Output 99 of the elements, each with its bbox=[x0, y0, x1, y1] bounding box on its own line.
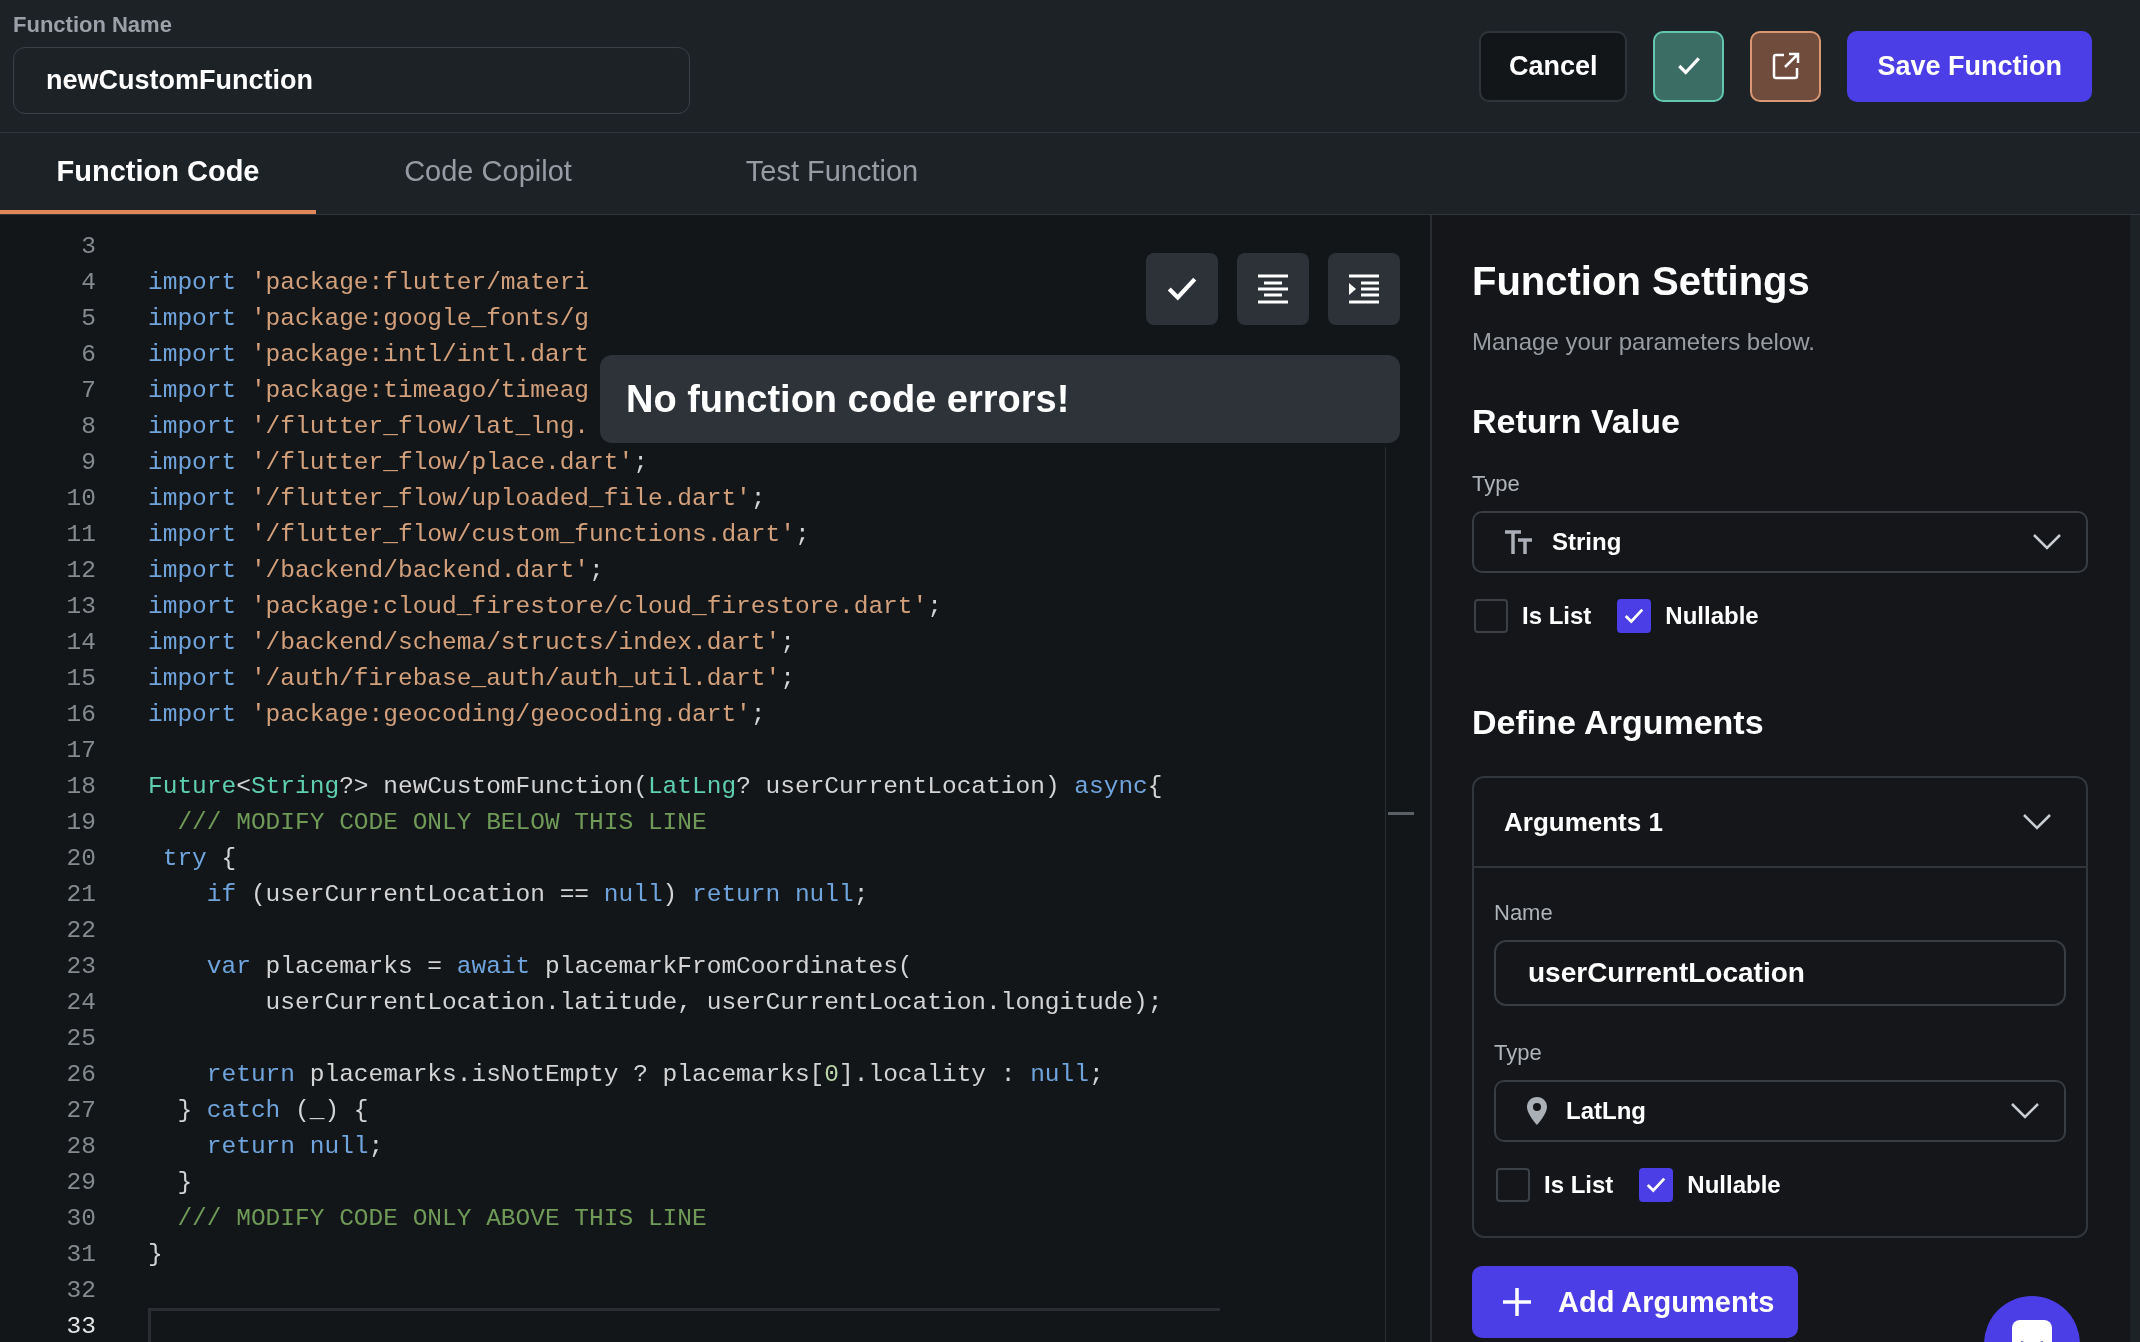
checkbox-label: Is List bbox=[1544, 1171, 1614, 1199]
line-number: 4 bbox=[80, 268, 96, 296]
checkbox[interactable] bbox=[1496, 1168, 1530, 1202]
save-function-button[interactable]: Save Function bbox=[1847, 30, 2092, 102]
code-line: import 'package:geocoding/geocoding.dart'; bbox=[148, 699, 766, 730]
field-label: Function Name bbox=[13, 12, 173, 38]
code-line: import '/flutter_flow/uploaded_file.dart'; bbox=[148, 483, 766, 514]
code-line: var placemarks = await placemarkFromCoordinates( bbox=[205, 951, 913, 982]
line-number: 20 bbox=[65, 844, 96, 872]
argument-name-field[interactable]: userCurrentLocation bbox=[1494, 940, 2066, 1006]
code-line: import '/flutter_flow/place.dart'; bbox=[148, 447, 648, 478]
line-number: 14 bbox=[65, 628, 96, 656]
location-pin-icon bbox=[1526, 1096, 1548, 1126]
line-number: 11 bbox=[65, 520, 96, 548]
line-number: 18 bbox=[65, 772, 96, 800]
align-center-icon bbox=[1256, 274, 1290, 304]
code-line: /// MODIFY CODE ONLY BELOW THIS LINE bbox=[176, 807, 707, 838]
code-line: } bbox=[148, 1239, 163, 1270]
add-arguments-button[interactable]: Add Arguments bbox=[1472, 1266, 1799, 1338]
validate-button[interactable] bbox=[1146, 253, 1218, 325]
line-number: 6 bbox=[80, 340, 96, 368]
line-number: 24 bbox=[65, 988, 96, 1016]
confirm-button[interactable] bbox=[1653, 30, 1725, 102]
line-number: 25 bbox=[65, 1024, 96, 1052]
checkbox[interactable] bbox=[1474, 599, 1508, 633]
text-type-icon bbox=[1504, 529, 1534, 555]
chevron-down-icon bbox=[2032, 533, 2062, 551]
code-line: import '/flutter_flow/custom_functions.dart'; bbox=[148, 519, 810, 550]
line-number: 16 bbox=[65, 700, 96, 728]
code-line: import 'package:cloud_firestore/cloud_firestore.dart'; bbox=[148, 591, 942, 622]
scroll-marker bbox=[1388, 812, 1414, 815]
code-line: try { bbox=[161, 843, 237, 874]
cancel-button[interactable]: Cancel bbox=[1478, 30, 1628, 102]
code-line: import '/flutter_flow/lat_lng. bbox=[148, 411, 590, 442]
checkbox-label: Is List bbox=[1522, 602, 1592, 630]
field-label: Type bbox=[1472, 471, 1521, 497]
type-dropdown[interactable]: LatLng bbox=[1494, 1080, 2066, 1142]
code-line: import '/backend/schema/structs/index.dart'; bbox=[148, 627, 795, 658]
code-line: import 'package:flutter/materi bbox=[148, 267, 590, 298]
line-number: 32 bbox=[65, 1276, 96, 1304]
line-number: 15 bbox=[65, 664, 96, 692]
function-name-field[interactable]: newCustomFunction bbox=[13, 47, 690, 114]
plus-icon bbox=[1502, 1287, 1532, 1317]
line-number: 21 bbox=[65, 880, 96, 908]
code-line: } catch (_) { bbox=[176, 1095, 369, 1126]
argument-header[interactable]: Arguments 1 bbox=[1474, 778, 2086, 868]
line-number: 30 bbox=[65, 1204, 96, 1232]
external-link-icon bbox=[1770, 51, 1801, 81]
status-toast: No function code errors! bbox=[600, 355, 1400, 443]
line-number: 17 bbox=[65, 736, 96, 764]
format-button[interactable] bbox=[1237, 253, 1309, 325]
code-line: /// MODIFY CODE ONLY ABOVE THIS LINE bbox=[176, 1203, 707, 1234]
code-line: userCurrentLocation.latitude, userCurrentLocation.longitude); bbox=[264, 987, 1163, 1018]
line-number: 5 bbox=[80, 304, 96, 332]
checkbox[interactable] bbox=[1617, 599, 1652, 633]
code-line: import 'package:intl/intl.dart bbox=[148, 339, 590, 370]
scrollbar[interactable] bbox=[2130, 215, 2140, 1342]
line-number: 9 bbox=[80, 448, 96, 476]
chevron-down-icon bbox=[2022, 813, 2052, 831]
code-line: Future<String?> newCustomFunction(LatLng? userCurrentLocation) async{ bbox=[148, 771, 1163, 802]
code-line: return null; bbox=[205, 1131, 384, 1162]
code-line: return placemarks.isNotEmpty ? placemarks[0].locality : null; bbox=[205, 1059, 1104, 1090]
line-number: 3 bbox=[80, 232, 96, 260]
panel-subtitle: Manage your parameters below. bbox=[1472, 328, 1816, 356]
panel-title: Function Settings bbox=[1472, 259, 1811, 304]
line-number: 12 bbox=[65, 556, 96, 584]
line-number: 19 bbox=[65, 808, 96, 836]
code-line: import 'package:timeago/timeag bbox=[148, 375, 590, 406]
code-line: import '/backend/backend.dart'; bbox=[148, 555, 604, 586]
indent-icon bbox=[1347, 274, 1381, 304]
chevron-down-icon bbox=[2010, 1102, 2040, 1120]
section-heading: Define Arguments bbox=[1472, 703, 1765, 742]
line-number: 26 bbox=[65, 1060, 96, 1088]
open-external-button[interactable] bbox=[1750, 30, 1822, 102]
line-number: 28 bbox=[65, 1132, 96, 1160]
code-line: } bbox=[176, 1167, 193, 1198]
line-number: 33 bbox=[65, 1312, 96, 1340]
field-label: Type bbox=[1494, 1040, 1543, 1066]
line-number: 29 bbox=[65, 1168, 96, 1196]
line-number: 8 bbox=[80, 412, 96, 440]
code-line: import 'package:google_fonts/g bbox=[148, 303, 590, 334]
tab[interactable]: Test Function bbox=[660, 133, 1004, 214]
line-number: 23 bbox=[65, 952, 96, 980]
line-number: 10 bbox=[65, 484, 96, 512]
tab[interactable]: Code Copilot bbox=[316, 133, 660, 214]
indent-button[interactable] bbox=[1328, 253, 1400, 325]
code-line: import '/auth/firebase_auth/auth_util.dart'; bbox=[148, 663, 795, 694]
type-dropdown[interactable]: String bbox=[1472, 511, 2088, 573]
code-line: if (userCurrentLocation == null) return null; bbox=[205, 879, 869, 910]
line-number: 31 bbox=[65, 1240, 96, 1268]
checkbox-label: Nullable bbox=[1687, 1171, 1781, 1199]
line-number: 27 bbox=[65, 1096, 96, 1124]
line-number: 13 bbox=[65, 592, 96, 620]
checkbox[interactable] bbox=[1639, 1168, 1674, 1202]
field-label: Name bbox=[1494, 900, 1554, 926]
line-number: 22 bbox=[65, 916, 96, 944]
section-heading: Return Value bbox=[1472, 402, 1681, 441]
line-number: 7 bbox=[80, 376, 96, 404]
checkbox-label: Nullable bbox=[1665, 602, 1759, 630]
